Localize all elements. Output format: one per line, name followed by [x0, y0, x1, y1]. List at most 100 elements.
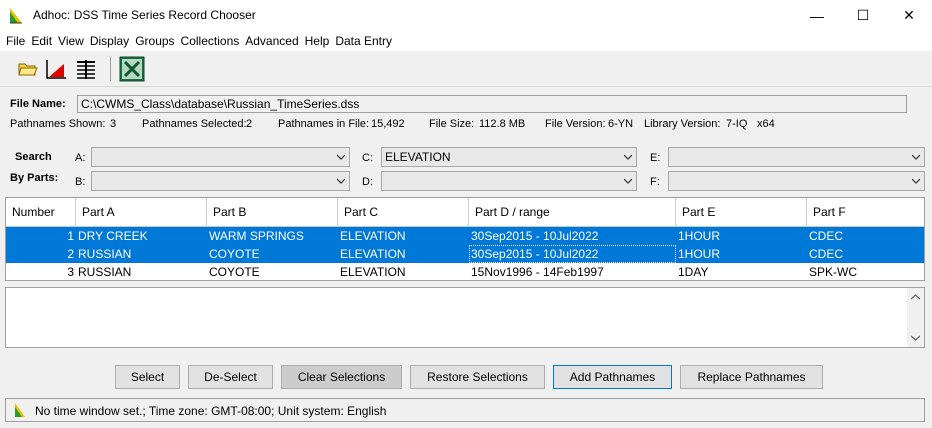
app-icon: [10, 8, 22, 24]
add-pathnames-button[interactable]: Add Pathnames: [553, 365, 672, 389]
cell-part-e: 1DAY: [678, 265, 709, 279]
cell-part-d: 30Sep2015 - 10Jul2022: [469, 245, 676, 263]
file-size-label: File Size:: [429, 118, 475, 130]
selected-pathnames-area[interactable]: [5, 287, 925, 348]
chevron-down-icon: [624, 154, 632, 160]
deselect-button[interactable]: De-Select: [188, 365, 273, 389]
part-b-label: B:: [75, 176, 86, 188]
file-size-value: 112.8 MB: [479, 118, 526, 130]
minimize-button[interactable]: —: [794, 0, 840, 31]
cell-number: 2: [67, 247, 74, 261]
column-header-part-f[interactable]: Part F: [807, 198, 924, 227]
cell-part-a: RUSSIAN: [78, 265, 132, 279]
menu-data-entry[interactable]: Data Entry: [332, 34, 395, 48]
architecture-value: x64: [757, 118, 775, 130]
search-label: Search: [15, 151, 52, 163]
status-bar: No time window set.; Time zone: GMT-08:0…: [5, 398, 925, 422]
menu-file[interactable]: File: [3, 34, 28, 48]
menu-help[interactable]: Help: [302, 34, 333, 48]
replace-pathnames-button[interactable]: Replace Pathnames: [680, 365, 823, 389]
maximize-button[interactable]: ☐: [840, 0, 886, 31]
tabulate-icon: [77, 60, 95, 79]
column-header-part-a[interactable]: Part A: [76, 198, 207, 227]
part-b-combo[interactable]: [91, 171, 350, 191]
table-row[interactable]: 1 DRY CREEK WARM SPRINGS ELEVATION 30Sep…: [6, 227, 924, 245]
vertical-scrollbar[interactable]: [907, 288, 924, 347]
pathnames-in-file-label: Pathnames in File:: [278, 118, 370, 130]
menu-edit[interactable]: Edit: [28, 34, 55, 48]
status-text: No time window set.; Time zone: GMT-08:0…: [35, 404, 387, 418]
pathnames-in-file-value: 15,492: [371, 118, 405, 130]
part-e-label: E:: [650, 152, 661, 164]
menu-view[interactable]: View: [55, 34, 87, 48]
column-header-number[interactable]: Number: [6, 198, 76, 227]
menu-advanced[interactable]: Advanced: [242, 34, 301, 48]
plot-icon: [46, 60, 66, 79]
cell-part-a: RUSSIAN: [78, 247, 132, 261]
file-version-label: File Version:: [545, 118, 606, 130]
cell-number: 1: [67, 229, 74, 243]
app-icon: [15, 403, 25, 417]
file-name-field: C:\CWMS_Class\database\Russian_TimeSerie…: [77, 95, 907, 113]
column-header-part-d[interactable]: Part D / range: [469, 198, 676, 227]
open-folder-icon: [18, 63, 38, 76]
column-header-part-c[interactable]: Part C: [338, 198, 469, 227]
cell-part-c: ELEVATION: [340, 229, 406, 243]
pathname-table: Number Part A Part B Part C Part D / ran…: [5, 197, 925, 281]
chevron-down-icon: [337, 154, 345, 160]
column-header-part-e[interactable]: Part E: [676, 198, 807, 227]
excel-button[interactable]: [119, 56, 145, 82]
open-file-button[interactable]: [15, 56, 41, 82]
toolbar: [0, 51, 932, 87]
by-parts-label: By Parts:: [10, 172, 59, 184]
menu-display[interactable]: Display: [87, 34, 132, 48]
part-e-combo[interactable]: [668, 147, 925, 167]
cell-part-f: CDEC: [809, 247, 844, 261]
scroll-down-icon[interactable]: [911, 335, 920, 341]
plot-button[interactable]: [43, 56, 69, 82]
cell-part-b: COYOTE: [209, 265, 260, 279]
library-version-value: 7-IQ: [726, 118, 748, 130]
chevron-down-icon: [624, 178, 632, 184]
cell-part-f: CDEC: [809, 229, 844, 243]
menu-groups[interactable]: Groups: [132, 34, 177, 48]
part-f-combo[interactable]: [668, 171, 925, 191]
part-d-label: D:: [362, 176, 373, 188]
part-a-label: A:: [75, 152, 86, 164]
cell-part-c: ELEVATION: [340, 247, 406, 261]
cell-part-b: WARM SPRINGS: [209, 229, 304, 243]
cell-part-e: 1HOUR: [678, 229, 721, 243]
table-row[interactable]: 3 RUSSIAN COYOTE ELEVATION 15Nov1996 - 1…: [6, 263, 924, 281]
cell-part-f: SPK-WC: [809, 265, 857, 279]
table-header: Number Part A Part B Part C Part D / ran…: [6, 198, 924, 227]
part-c-label: C:: [362, 152, 373, 164]
menu-collections[interactable]: Collections: [178, 34, 243, 48]
column-header-part-b[interactable]: Part B: [207, 198, 338, 227]
restore-selections-button[interactable]: Restore Selections: [410, 365, 545, 389]
file-version-value: 6-YN: [608, 118, 634, 130]
select-button[interactable]: Select: [115, 365, 180, 389]
part-c-value: ELEVATION: [385, 150, 451, 164]
part-f-label: F:: [650, 176, 660, 188]
excel-icon: [119, 56, 145, 82]
cell-part-d: 15Nov1996 - 14Feb1997: [471, 265, 604, 279]
cell-part-d: 30Sep2015 - 10Jul2022: [471, 229, 599, 243]
chevron-down-icon: [912, 154, 920, 160]
pathnames-shown-label: Pathnames Shown:: [10, 118, 106, 130]
tabulate-button[interactable]: [73, 56, 99, 82]
table-row[interactable]: 2 RUSSIAN COYOTE ELEVATION 30Sep2015 - 1…: [6, 245, 924, 263]
toolbar-separator: [110, 57, 111, 81]
scroll-up-icon[interactable]: [911, 294, 920, 300]
cell-part-a: DRY CREEK: [78, 229, 148, 243]
part-c-combo[interactable]: ELEVATION: [381, 147, 637, 167]
library-version-label: Library Version:: [644, 118, 721, 130]
cell-part-c: ELEVATION: [340, 265, 406, 279]
part-a-combo[interactable]: [91, 147, 350, 167]
title-bar: Adhoc: DSS Time Series Record Chooser — …: [0, 0, 932, 31]
chevron-down-icon: [337, 178, 345, 184]
cell-number: 3: [67, 265, 74, 279]
part-d-combo[interactable]: [381, 171, 637, 191]
menu-bar: File Edit View Display Groups Collection…: [0, 31, 932, 51]
close-button[interactable]: ✕: [886, 0, 932, 31]
clear-selections-button[interactable]: Clear Selections: [281, 365, 402, 389]
